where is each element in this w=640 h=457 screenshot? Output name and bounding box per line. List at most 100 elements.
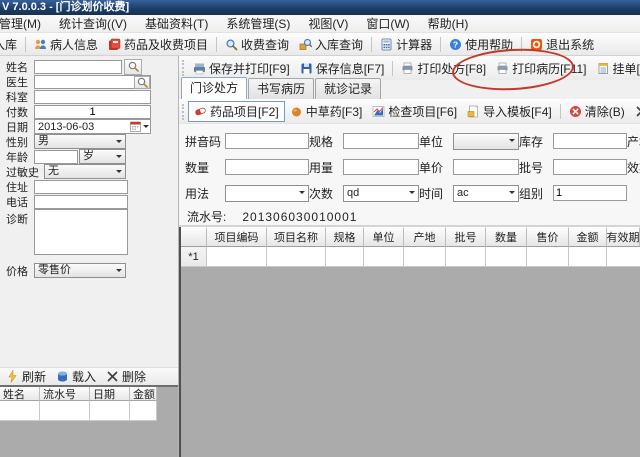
grid-col-item-code[interactable]: 项目编码 (207, 227, 267, 247)
window-title: V 7.0.0.3 - [门诊划价收费] (2, 1, 129, 13)
action-bar: 保存并打印[F9] 保存信息[F7] 打印处方[F8] 打印病历[F11] (179, 56, 640, 80)
menu-help[interactable]: 帮助(H) (419, 15, 478, 33)
dosage-input[interactable] (343, 159, 419, 175)
patient-panel: 姓名 医生 科室 (0, 56, 179, 457)
print-record-button[interactable]: 打印病历[F11] (491, 57, 591, 79)
allergy-select[interactable]: 无 (44, 164, 126, 179)
qty-input[interactable] (225, 159, 309, 175)
grid-col-origin[interactable]: 产地 (404, 227, 446, 247)
pending-empty-row[interactable] (0, 401, 178, 421)
price-type-select[interactable]: 零售价 (34, 263, 126, 278)
usage-select[interactable] (225, 185, 309, 202)
tab-write-record[interactable]: 书写病历 (248, 78, 314, 99)
toolbar-exit[interactable]: 退出系统 (525, 34, 599, 55)
delete-row-button[interactable]: 删除(D) (630, 102, 640, 121)
toolbar-grip (182, 60, 186, 76)
stock-input[interactable] (553, 133, 627, 149)
age-unit-select[interactable]: 岁 (79, 149, 126, 164)
group-input[interactable] (553, 185, 627, 201)
check-item-button[interactable]: 检查项目[F6] (367, 102, 462, 121)
pending-col-name[interactable]: 姓名 (0, 387, 40, 401)
grid-col-expiry[interactable]: 有效期 (607, 227, 640, 247)
clear-button[interactable]: 清除(B) (564, 102, 630, 121)
item-toolbar: 药品项目[F2] 中草药[F3] 检查项目[F6] 导入模板[F4] (179, 99, 640, 123)
tab-visit-history[interactable]: 就诊记录 (315, 78, 381, 99)
herb-button[interactable]: 中草药[F3] (285, 102, 368, 121)
grid-col-batch[interactable]: 批号 (446, 227, 486, 247)
menu-view[interactable]: 视图(V) (299, 15, 357, 33)
menu-manage[interactable]: 息管理(M) (0, 15, 50, 33)
allergy-label: 过敏史 (6, 164, 44, 180)
time-select[interactable]: ac (453, 185, 519, 202)
doctor-search-button[interactable] (134, 76, 150, 89)
toolbar-stock-in-partial[interactable]: 入库 (0, 34, 22, 55)
load-button[interactable]: 载入 (56, 368, 96, 385)
grid-col-unit[interactable]: 单位 (364, 227, 404, 247)
diagnosis-textarea[interactable] (34, 209, 128, 255)
spec-input[interactable] (343, 133, 419, 149)
dept-input[interactable] (34, 90, 151, 104)
drug-item-button[interactable]: 药品项目[F2] (188, 101, 285, 122)
print-prescription-button[interactable]: 打印处方[F8] (396, 57, 491, 79)
menu-window[interactable]: 窗口(W) (357, 15, 418, 33)
stock-search-icon (299, 38, 312, 51)
toolbar-calculator[interactable]: 计算器 (375, 34, 437, 55)
toolbar-stock-query[interactable]: 入库查询 (294, 34, 368, 55)
grid-col-spec[interactable]: 规格 (326, 227, 364, 247)
refresh-button[interactable]: 刷新 (6, 368, 46, 385)
pending-col-amount[interactable]: 金额 (130, 387, 157, 401)
batch-input[interactable] (553, 159, 627, 175)
import-template-button[interactable]: 导入模板[F4] (462, 102, 557, 121)
doses-input[interactable] (34, 105, 151, 119)
phone-input[interactable] (34, 195, 128, 209)
toolbar-separator (560, 104, 561, 119)
pinyin-input[interactable] (225, 133, 309, 149)
tab-bar: 门诊处方 书写病历 就诊记录 (179, 80, 640, 99)
save-print-button[interactable]: 保存并打印[F9] (188, 57, 295, 79)
save-info-button[interactable]: 保存信息[F7] (295, 57, 390, 79)
tab-outpatient-prescription[interactable]: 门诊处方 (181, 77, 247, 99)
age-input[interactable] (34, 150, 78, 164)
gender-select[interactable]: 男 (34, 134, 126, 149)
grid-col-amount[interactable]: 金额 (569, 227, 607, 247)
herb-ball-icon (290, 105, 303, 118)
name-input[interactable] (34, 60, 122, 74)
freq-select[interactable]: qd (343, 185, 419, 202)
unit-price-input[interactable] (453, 159, 519, 175)
doses-label: 付数 (6, 104, 34, 120)
qty-label: 数量 (185, 159, 225, 176)
unit-select[interactable] (453, 133, 519, 150)
search-icon (127, 60, 140, 73)
gender-label: 性别 (6, 134, 34, 150)
pending-col-date[interactable]: 日期 (90, 387, 130, 401)
grid-col-price[interactable]: 售价 (527, 227, 569, 247)
toolbar-help[interactable]: ? 使用帮助 (444, 34, 518, 55)
template-page-icon (467, 105, 480, 118)
dept-label: 科室 (6, 89, 34, 105)
group-label: 组别 (519, 185, 553, 202)
address-input[interactable] (34, 180, 128, 194)
toolbar-separator (371, 37, 372, 52)
toolbar-drug-fee-items[interactable]: 药品及收费项目 (103, 34, 213, 55)
date-picker[interactable]: 2013-06-03 (34, 119, 151, 134)
pending-col-serial[interactable]: 流水号 (40, 387, 90, 401)
pending-delete-button[interactable]: 删除 (106, 368, 146, 385)
grid-col-selector[interactable] (181, 227, 207, 247)
exit-icon (530, 38, 543, 51)
grid-new-row[interactable]: *1 (181, 247, 640, 267)
menu-system-manage[interactable]: 系统管理(S) (217, 15, 299, 33)
doctor-label: 医生 (6, 74, 34, 90)
toolbar-patient-info[interactable]: 病人信息 (29, 34, 103, 55)
chevron-down-icon (409, 191, 415, 197)
unit-price-label: 单价 (419, 159, 453, 176)
grid-col-item-name[interactable]: 项目名称 (267, 227, 326, 247)
toolbar-fee-query[interactable]: 收费查询 (220, 34, 294, 55)
title-bar: V 7.0.0.3 - [门诊划价收费] (0, 0, 640, 15)
suspend-order-button[interactable]: 挂单[F10] (592, 57, 640, 79)
chevron-down-icon (143, 125, 149, 131)
grid-col-qty[interactable]: 数量 (486, 227, 527, 247)
stock-label: 库存 (519, 133, 553, 150)
menu-stats-query[interactable]: 统计查询((V) (50, 15, 136, 33)
menu-base-data[interactable]: 基础资料(T) (136, 15, 217, 33)
name-search-button[interactable] (124, 59, 142, 75)
